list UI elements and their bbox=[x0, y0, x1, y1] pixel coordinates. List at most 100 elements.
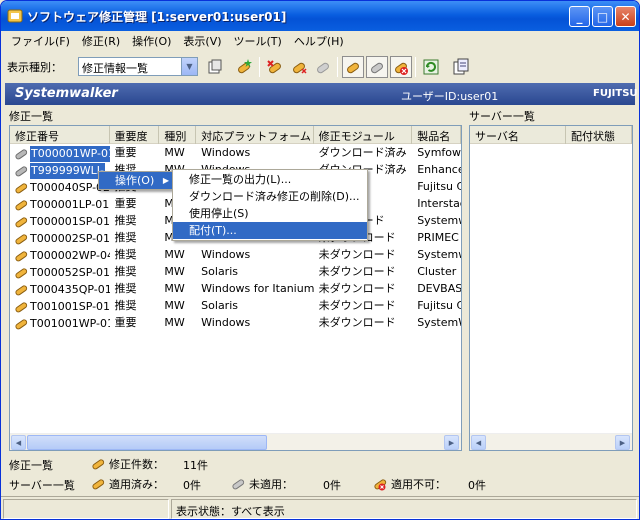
patch-id-text: T001001SP-01 bbox=[30, 299, 110, 313]
close-button[interactable]: ✕ bbox=[615, 6, 636, 27]
unapplied-count-status: 未適用： bbox=[231, 476, 293, 492]
menu-operation[interactable]: 操作(O) bbox=[126, 33, 177, 49]
scroll-right-icon[interactable]: ▶ bbox=[615, 435, 630, 450]
table-row[interactable]: T000435QP-01 推奨 MW Windows for Itanium 未ダウンロ… bbox=[10, 281, 461, 298]
cell-platform: Windows for Itanium bbox=[201, 282, 314, 295]
patch-id-text: T001001WP-01 bbox=[30, 316, 110, 330]
column-distribution-state[interactable]: 配付状態 bbox=[566, 126, 632, 144]
status-bar: 表示状態：すべて表示 bbox=[1, 496, 639, 519]
cell-patch-id: T999999WLI- bbox=[10, 162, 110, 179]
patch-list-hscrollbar[interactable]: ◀ ▶ bbox=[10, 433, 461, 450]
column-server-name[interactable]: サーバ名 bbox=[470, 126, 566, 144]
table-row[interactable]: T000002WP-04 推奨 MW Windows 未ダウンロード Systemwa bbox=[10, 247, 461, 264]
server-list-view[interactable]: サーバ名 配付状態 ◀ ▶ bbox=[469, 125, 633, 451]
menu-tools[interactable]: ツール(T) bbox=[228, 33, 288, 49]
column-module[interactable]: 修正モジュール bbox=[314, 126, 413, 144]
app-icon bbox=[7, 9, 23, 23]
properties-icon[interactable] bbox=[204, 56, 226, 78]
add-patch-icon[interactable] bbox=[233, 56, 255, 78]
minimize-button[interactable]: _ bbox=[569, 6, 590, 27]
cell-patch-id: T000001SP-01 bbox=[10, 213, 110, 230]
cell-platform: Windows bbox=[201, 248, 251, 261]
submenu-delete-downloaded[interactable]: ダウンロード済み修正の削除(D)... bbox=[173, 188, 367, 205]
window-title: ソフトウェア修正管理 [1:server01:user01] bbox=[27, 10, 287, 24]
cell-importance: 推奨 bbox=[114, 248, 137, 261]
cell-patch-id: T000040SP-02 bbox=[10, 179, 110, 196]
scroll-left-icon[interactable]: ◀ bbox=[11, 435, 26, 450]
patch-id-text: T000435QP-01 bbox=[30, 282, 110, 296]
submenu-distribute[interactable]: 配付(T)... bbox=[173, 222, 367, 239]
server-list-header: サーバ名 配付状態 bbox=[470, 126, 632, 144]
patch-icon bbox=[15, 250, 28, 261]
patch-id-text: T999999WLI- bbox=[30, 162, 105, 179]
scrollbar-thumb[interactable] bbox=[27, 435, 267, 450]
status-panel-empty bbox=[3, 499, 169, 519]
menu-view[interactable]: 表示(V) bbox=[177, 33, 227, 49]
fujitsu-logo: FUJITSU bbox=[593, 88, 638, 99]
not-applicable-filter-icon[interactable] bbox=[390, 56, 412, 78]
context-menu-operation[interactable]: 操作(O) ▶ bbox=[99, 172, 173, 189]
cell-product: Enhanced bbox=[417, 163, 461, 176]
export-icon[interactable] bbox=[450, 56, 472, 78]
main-window: ソフトウェア修正管理 [1:server01:user01] _ □ ✕ ファイ… bbox=[0, 0, 640, 520]
cell-module: 未ダウンロード bbox=[318, 299, 396, 312]
cell-product: Interstag bbox=[417, 197, 461, 210]
column-importance[interactable]: 重要度 bbox=[110, 126, 160, 144]
display-state-panel: 表示状態：すべて表示 bbox=[171, 499, 637, 519]
patch-count-status: 修正件数： bbox=[91, 456, 164, 472]
maximize-button[interactable]: □ bbox=[592, 6, 613, 27]
scroll-right-icon[interactable]: ▶ bbox=[444, 435, 459, 450]
cell-module: ダウンロード済み bbox=[318, 146, 407, 159]
patch-list-header: 修正番号 重要度 種別 対応プラットフォーム 修正モジュール 製品名 bbox=[10, 126, 461, 144]
column-type[interactable]: 種別 bbox=[159, 126, 197, 144]
cell-importance: 重要 bbox=[114, 316, 137, 329]
patch-icon bbox=[15, 284, 28, 295]
table-row[interactable]: T001001SP-01 推奨 MW Solaris 未ダウンロード Fujitsu C bbox=[10, 298, 461, 315]
cell-importance: 推奨 bbox=[114, 299, 137, 312]
unapplied-filter-icon[interactable] bbox=[366, 56, 388, 78]
cell-product: SystemW bbox=[417, 316, 461, 329]
disabled-patch-icon[interactable] bbox=[312, 56, 334, 78]
patch-icon bbox=[15, 199, 28, 210]
column-platform[interactable]: 対応プラットフォーム bbox=[196, 126, 314, 144]
table-row[interactable]: T001001WP-01 重要 MW Windows 未ダウンロード SystemW bbox=[10, 315, 461, 332]
not-applicable-icon bbox=[374, 479, 387, 491]
refresh-icon[interactable] bbox=[420, 56, 442, 78]
patch-id-text: T000002SP-01 bbox=[30, 231, 110, 245]
not-applicable-count-status: 適用不可： bbox=[373, 476, 446, 492]
context-menu: 操作(O) ▶ bbox=[98, 171, 174, 190]
cell-importance: 重要 bbox=[114, 197, 137, 210]
title-bar[interactable]: ソフトウェア修正管理 [1:server01:user01] _ □ ✕ bbox=[1, 1, 639, 31]
cell-product: Fujitsu C bbox=[417, 299, 461, 312]
cell-type: MW bbox=[164, 316, 185, 329]
patch-id-text: T000002WP-04 bbox=[30, 248, 110, 262]
submenu-export-list[interactable]: 修正一覧の出力(L)... bbox=[173, 171, 367, 188]
display-type-select[interactable]: 修正情報一覧 ▼ bbox=[78, 57, 198, 76]
cell-type: MW bbox=[164, 265, 185, 278]
column-product[interactable]: 製品名 bbox=[412, 126, 461, 144]
server-status-label: サーバー一覧 bbox=[9, 479, 75, 492]
scroll-left-icon[interactable]: ◀ bbox=[471, 435, 486, 450]
cell-patch-id: T000435QP-01 bbox=[10, 281, 110, 298]
cell-product: Systemwa bbox=[417, 248, 461, 261]
menu-patch[interactable]: 修正(R) bbox=[76, 33, 126, 49]
toolbar-separator bbox=[415, 57, 416, 77]
download-patch-icon[interactable] bbox=[288, 56, 310, 78]
menu-file[interactable]: ファイル(F) bbox=[5, 33, 76, 49]
cell-importance: 推奨 bbox=[114, 282, 137, 295]
column-patch-id[interactable]: 修正番号 bbox=[10, 126, 110, 144]
cell-type: MW bbox=[164, 248, 185, 261]
menu-help[interactable]: ヘルプ(H) bbox=[288, 33, 350, 49]
table-row[interactable]: T000001WP-01 重要 MW Windows ダウンロード済み Symfoware bbox=[10, 145, 461, 162]
cell-importance: 推奨 bbox=[114, 231, 137, 244]
cell-product: Fujitsu C bbox=[417, 180, 461, 193]
delete-patch-icon[interactable] bbox=[264, 56, 286, 78]
table-row[interactable]: T000052SP-01 推奨 MW Solaris 未ダウンロード Cluster bbox=[10, 264, 461, 281]
applied-filter-icon[interactable] bbox=[342, 56, 364, 78]
server-list-hscrollbar[interactable]: ◀ ▶ bbox=[470, 433, 632, 450]
cell-product: DEVBAS bbox=[417, 282, 461, 295]
patch-icon bbox=[15, 233, 28, 244]
chevron-down-icon[interactable]: ▼ bbox=[181, 58, 197, 75]
submenu-stop-use[interactable]: 使用停止(S) bbox=[173, 205, 367, 222]
systemwalker-banner: Systemwalker ユーザーID:user01 FUJITSU bbox=[5, 83, 638, 105]
